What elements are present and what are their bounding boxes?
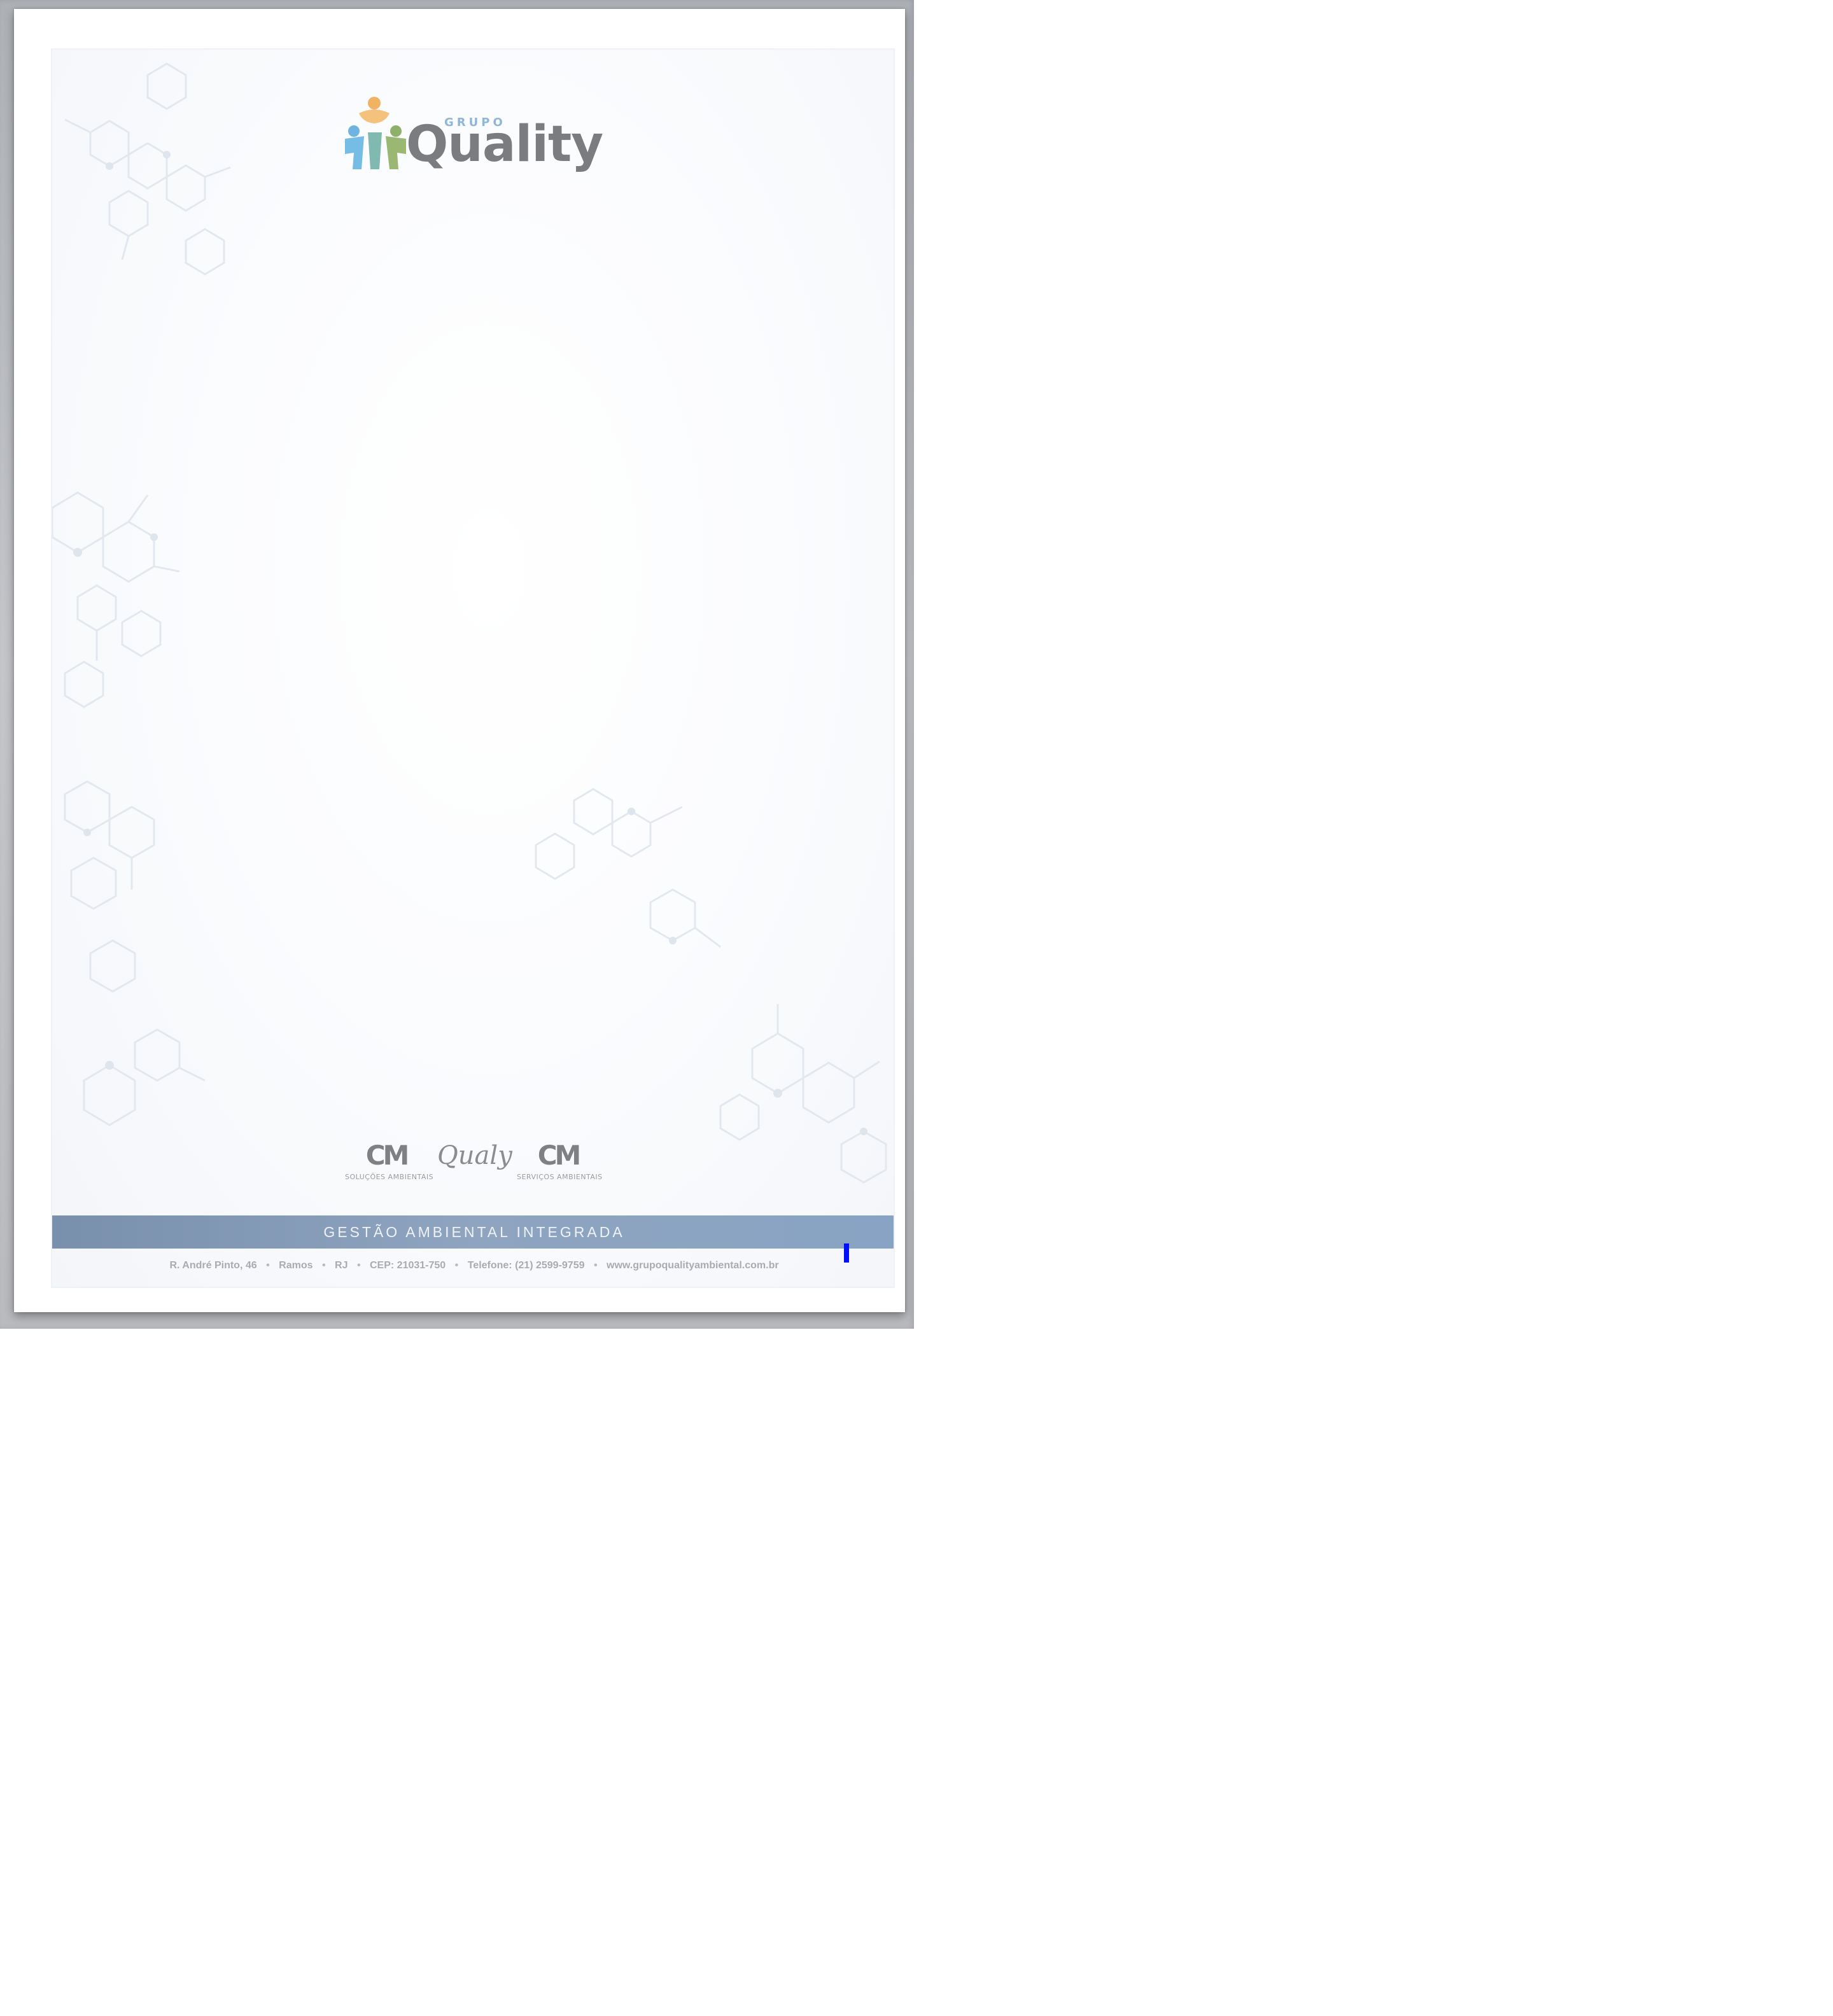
district-text: Ramos — [279, 1260, 313, 1271]
separator-dot: • — [356, 1260, 361, 1271]
partner-logo-solucoes: CM SOLUÇÕES AMBIENTAIS — [345, 1140, 434, 1197]
partner-logos-row: CM SOLUÇÕES AMBIENTAIS Qualy CM SERVIÇOS… — [345, 1140, 612, 1197]
partner-logo-servicos: CM SERVIÇOS AMBIENTAIS — [517, 1140, 603, 1197]
website-link[interactable]: www.grupoqualityambiental.com.br — [607, 1260, 779, 1271]
separator-dot: • — [454, 1260, 459, 1271]
qualy-script-logo: Qualy — [437, 1141, 512, 1170]
text-cursor — [844, 1243, 849, 1263]
grupo-quality-logo: GRUPO Quality — [341, 94, 603, 177]
separator-dot: • — [321, 1260, 326, 1271]
separator-dot: • — [593, 1260, 598, 1271]
tagline-band: GESTÃO AMBIENTAL INTEGRADA — [52, 1215, 894, 1249]
cep-text: CEP: 21031-750 — [370, 1260, 446, 1271]
three-people-figures-icon — [345, 97, 406, 169]
cm-monogram-icon: CM — [537, 1140, 582, 1171]
partner-caption: SERVIÇOS AMBIENTAIS — [517, 1173, 603, 1181]
page-content-area[interactable]: GRUPO Quality CM SOLUÇÕES AMBIENTAIS Qua… — [51, 48, 895, 1288]
phone-text: Telefone: (21) 2599-9759 — [467, 1260, 585, 1271]
partner-caption: SOLUÇÕES AMBIENTAIS — [345, 1173, 434, 1181]
address-text: R. André Pinto, 46 — [169, 1260, 257, 1271]
cm-monogram-icon: CM — [365, 1140, 410, 1171]
partner-logo-qualy: Qualy — [437, 1140, 512, 1197]
separator-dot: • — [266, 1260, 270, 1271]
state-text: RJ — [335, 1260, 348, 1271]
logo-quality-text: Quality — [406, 116, 603, 173]
tagline-text: GESTÃO AMBIENTAL INTEGRADA — [323, 1224, 625, 1240]
contact-footer: R. André Pinto, 46 • Ramos • RJ • CEP: 2… — [52, 1254, 894, 1277]
letterhead-page[interactable]: GRUPO Quality CM SOLUÇÕES AMBIENTAIS Qua… — [14, 9, 905, 1312]
molecule-pattern-background — [52, 62, 887, 1184]
